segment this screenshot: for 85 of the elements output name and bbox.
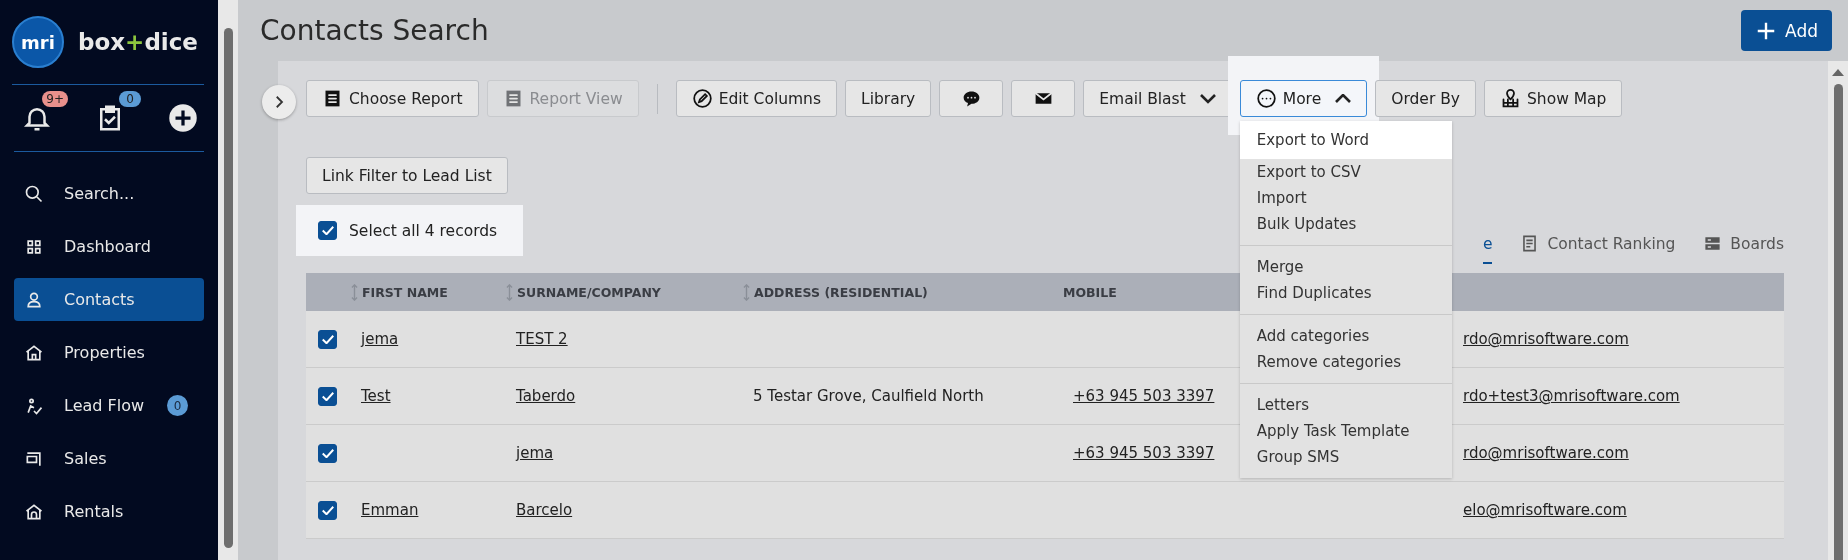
envelope-button[interactable] — [1011, 80, 1076, 117]
email-link[interactable]: rdo+test3@mrisoftware.com — [1463, 387, 1680, 405]
count-badge: 0 — [167, 395, 188, 416]
table-link[interactable]: Test — [361, 387, 391, 405]
table-link[interactable]: TEST 2 — [516, 330, 568, 348]
table-link[interactable]: Emman — [361, 501, 419, 519]
table-link[interactable]: +63 945 503 3397 — [1073, 444, 1215, 462]
menu-item[interactable]: Apply Task Template — [1239, 418, 1452, 444]
table-link[interactable]: Taberdo — [516, 387, 576, 405]
table-cell: 5 Testar Grove, Caulfield North — [753, 387, 984, 405]
toolbar-button[interactable]: Link Filter to Lead List — [306, 157, 508, 194]
check-icon — [321, 448, 334, 458]
caret-down-icon — [1199, 93, 1216, 104]
check-icon — [321, 505, 334, 515]
nav-item[interactable]: Rentals — [14, 490, 204, 533]
nav-item[interactable]: Lead Flow 0 — [14, 384, 204, 427]
page-title: Contacts Search — [260, 14, 489, 47]
more-icon — [1255, 88, 1277, 109]
search-icon — [24, 183, 44, 204]
plus-circle-icon — [168, 103, 198, 133]
sort-icon — [743, 283, 750, 301]
row-checkbox[interactable] — [318, 329, 337, 349]
email-link[interactable]: rdo@mrisoftware.com — [1463, 330, 1629, 348]
check-icon — [321, 334, 334, 344]
toolbar-button[interactable]: More — [1239, 80, 1368, 117]
column-header[interactable]: FIRST NAME — [351, 283, 506, 301]
table-link[interactable]: jema — [361, 330, 399, 348]
view-tab[interactable]: e — [1482, 228, 1493, 264]
row-checkbox[interactable] — [318, 386, 337, 406]
view-tab[interactable]: Contact Ranking — [1520, 228, 1676, 264]
count-badge: 9+ — [42, 91, 68, 107]
checkbox[interactable] — [318, 221, 337, 240]
view-tab[interactable]: Boards — [1703, 228, 1784, 264]
menu-item[interactable]: Find Duplicates — [1239, 280, 1452, 306]
email-link[interactable]: rdo@mrisoftware.com — [1463, 444, 1629, 462]
brand-name: box+dice — [78, 29, 198, 55]
menu-item[interactable]: Merge — [1239, 254, 1452, 280]
map-pin-icon — [1500, 88, 1521, 109]
menu-item[interactable]: Export to Word — [1239, 121, 1452, 159]
menu-item[interactable]: Group SMS — [1239, 444, 1452, 470]
logo-circle: mri — [12, 16, 64, 68]
nav-item[interactable]: Contacts — [14, 278, 204, 321]
column-header[interactable]: ADDRESS (RESIDENTIAL) — [743, 283, 1063, 301]
select-all-label: Select all 4 records — [349, 221, 498, 240]
add-button[interactable] — [168, 103, 198, 133]
table-link[interactable]: jema — [516, 444, 554, 462]
menu-item[interactable]: Bulk Updates — [1239, 211, 1452, 237]
table-link[interactable]: Barcelo — [516, 501, 573, 519]
menu-item[interactable]: Letters — [1239, 392, 1452, 418]
toolbar-button[interactable]: Library — [845, 80, 932, 117]
nav-label: Lead Flow — [64, 396, 145, 415]
nav-item[interactable]: Dashboard — [14, 225, 204, 268]
caret-up-icon — [1335, 93, 1352, 104]
menu-item[interactable]: Add categories — [1239, 323, 1452, 349]
menu-item[interactable]: Import — [1239, 185, 1452, 211]
pencil-icon — [691, 88, 713, 109]
nav-item[interactable]: Search... — [14, 172, 204, 215]
nav-label: Search... — [64, 184, 135, 203]
nav-label: Sales — [64, 449, 107, 468]
count-badge: 0 — [119, 91, 141, 107]
boards-icon — [1703, 234, 1723, 253]
toolbar-button[interactable]: Show Map — [1484, 80, 1623, 117]
sort-icon — [506, 283, 513, 301]
sort-icon — [351, 283, 358, 301]
nav-label: Contacts — [64, 290, 135, 309]
row-checkbox[interactable] — [318, 443, 337, 463]
nav-label: Dashboard — [64, 237, 151, 256]
chat-button[interactable] — [939, 80, 1004, 117]
table-link[interactable]: +63 945 503 3397 — [1073, 387, 1215, 405]
expand-button[interactable] — [262, 85, 296, 119]
nav-label: Properties — [64, 343, 145, 362]
column-header[interactable]: SURNAME/COMPANY — [506, 283, 743, 301]
toolbar-button[interactable]: Order By — [1375, 80, 1476, 117]
toolbar-button[interactable]: Choose Report — [306, 80, 479, 117]
row-checkbox[interactable] — [318, 500, 337, 520]
add-button[interactable]: Add — [1741, 10, 1832, 51]
nav-item[interactable]: Properties — [14, 331, 204, 374]
nav-item[interactable]: Sales — [14, 437, 204, 480]
email-link[interactable]: elo@mrisoftware.com — [1463, 501, 1627, 519]
nav-label: Rentals — [64, 502, 124, 521]
menu-item[interactable]: Export to CSV — [1239, 159, 1452, 185]
check-icon — [321, 391, 334, 401]
menu-item[interactable]: Remove categories — [1239, 349, 1452, 375]
check-icon — [321, 226, 334, 235]
toolbar-button[interactable]: Edit Columns — [675, 80, 838, 117]
